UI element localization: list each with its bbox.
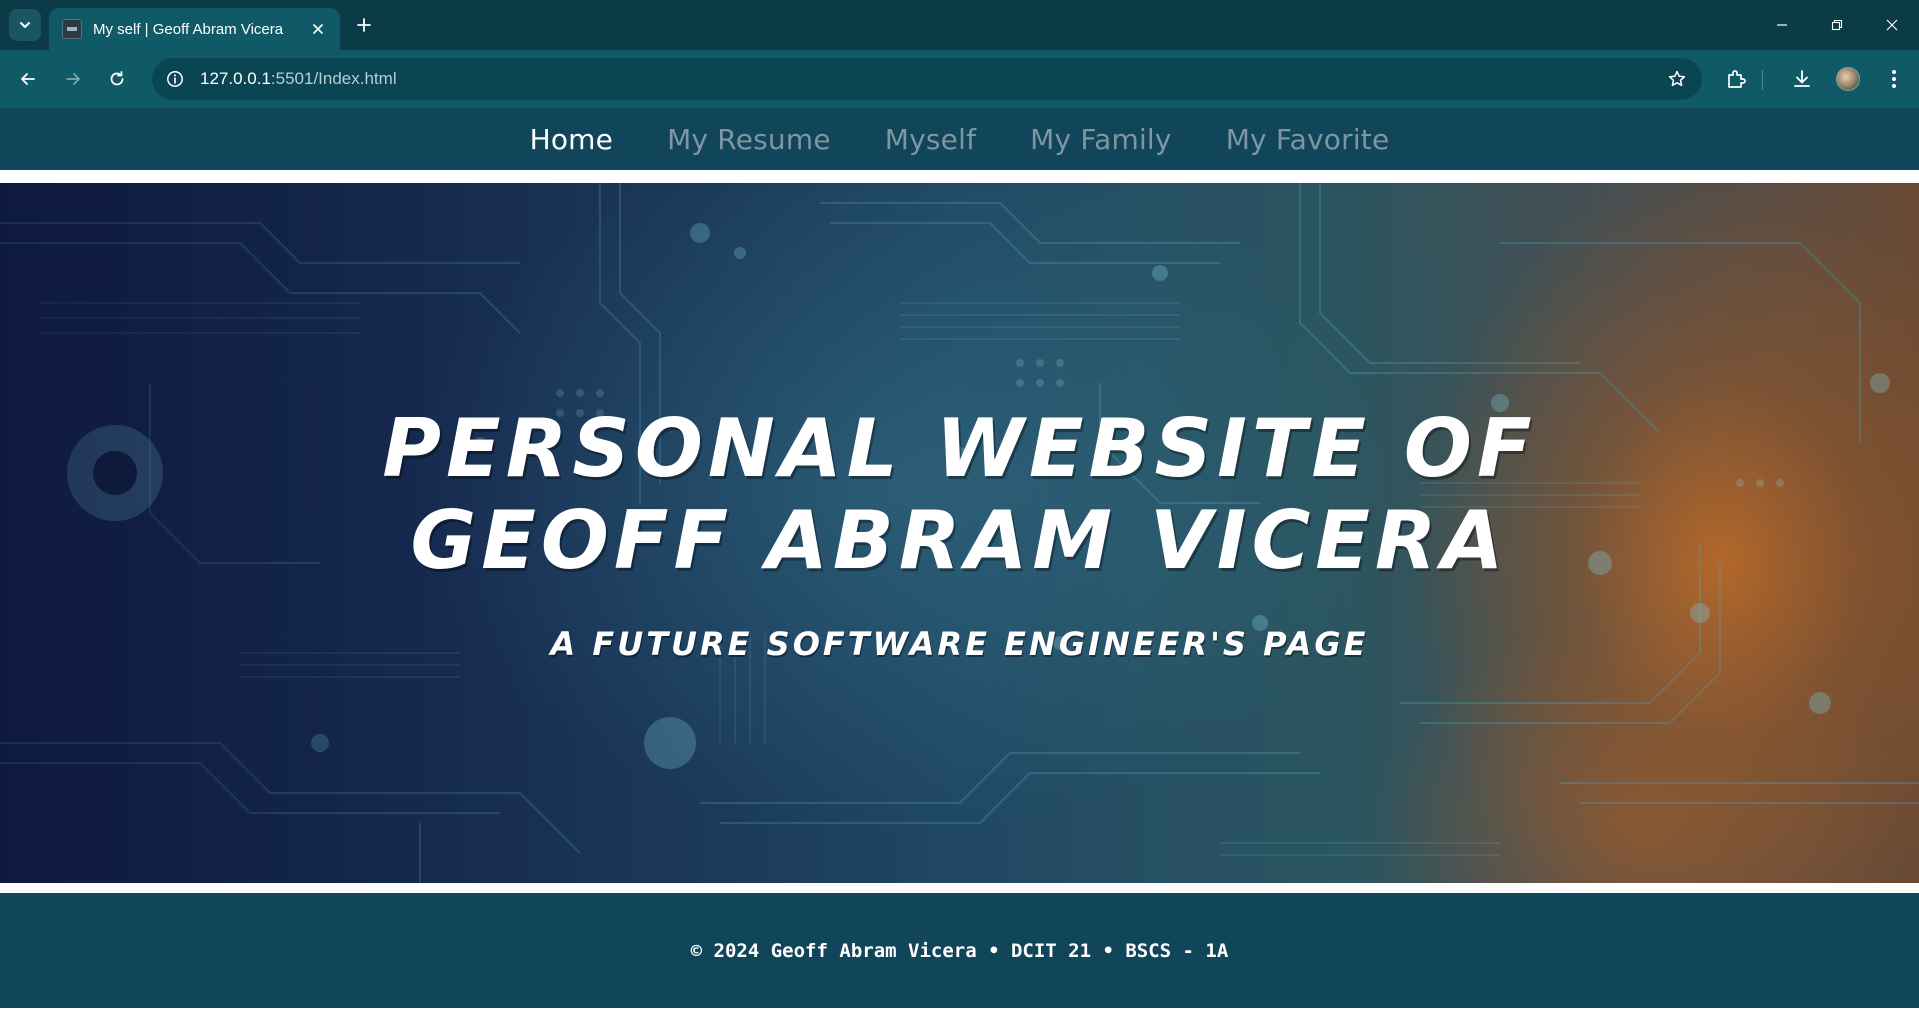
back-button[interactable] [12, 63, 44, 95]
nav-link-home[interactable]: Home [530, 123, 614, 156]
new-tab-button[interactable] [350, 11, 378, 39]
arrow-left-icon [21, 73, 35, 85]
nav-link-my-favorite[interactable]: My Favorite [1226, 123, 1390, 156]
address-bar[interactable]: 127.0.0.1:5501/Index.html [152, 58, 1702, 100]
minimize-icon [1776, 24, 1787, 26]
nav-link-my-family[interactable]: My Family [1030, 123, 1172, 156]
bookmark-star-icon[interactable] [1666, 68, 1688, 90]
site-navigation: Home My Resume Myself My Family My Favor… [0, 108, 1919, 170]
restore-button[interactable] [1809, 0, 1864, 50]
hero-title-line-2: Geoff Abram Vicera [410, 494, 1509, 587]
toolbar-separator [1762, 70, 1763, 90]
hero-title-line-1: Personal Website of [382, 402, 1537, 495]
downloads-button[interactable] [1786, 63, 1818, 95]
tab-search-button[interactable] [9, 9, 41, 41]
menu-button[interactable] [1878, 63, 1910, 95]
close-window-button[interactable] [1864, 0, 1919, 50]
browser-tab-bar: My self | Geoff Abram Vicera [0, 0, 1919, 50]
site-footer: © 2024 Geoff Abram Vicera • DCIT 21 • BS… [0, 893, 1919, 1008]
more-vertical-icon [1892, 70, 1896, 88]
profile-button[interactable] [1832, 63, 1864, 95]
reload-button[interactable] [101, 63, 133, 95]
restore-icon [1831, 19, 1842, 31]
extensions-button[interactable] [1720, 63, 1752, 95]
puzzle-icon [1728, 70, 1746, 88]
nav-link-myself[interactable]: Myself [885, 123, 976, 156]
site-info-icon[interactable] [164, 68, 186, 90]
chevron-down-icon [20, 22, 30, 28]
minimize-button[interactable] [1754, 0, 1809, 50]
hero-text-block: Personal Website of Geoff Abram Vicera A… [0, 183, 1919, 883]
tab-close-button[interactable] [308, 19, 328, 39]
nav-link-my-resume[interactable]: My Resume [667, 123, 831, 156]
footer-text: © 2024 Geoff Abram Vicera • DCIT 21 • BS… [690, 939, 1229, 962]
tab-title: My self | Geoff Abram Vicera [93, 20, 284, 38]
close-icon [1886, 19, 1897, 31]
site-favicon-icon [62, 19, 82, 39]
hero-subtitle: A Future Software Engineer's Page [550, 625, 1369, 663]
arrow-right-icon [66, 73, 80, 85]
close-icon [313, 24, 323, 34]
plus-icon [357, 18, 371, 32]
url-text: 127.0.0.1:5501/Index.html [200, 69, 397, 89]
browser-tab-active[interactable]: My self | Geoff Abram Vicera [49, 8, 340, 50]
hero-title: Personal Website of Geoff Abram Vicera [310, 403, 1610, 587]
browser-toolbar: 127.0.0.1:5501/Index.html [0, 50, 1919, 108]
window-controls [1754, 0, 1919, 50]
reload-icon [110, 71, 124, 86]
url-path: :5501/Index.html [270, 69, 397, 88]
forward-button[interactable] [57, 63, 89, 95]
url-host: 127.0.0.1 [200, 69, 271, 88]
page-viewport: Home My Resume Myself My Family My Favor… [0, 108, 1919, 1018]
hero-banner: Personal Website of Geoff Abram Vicera A… [0, 183, 1919, 883]
avatar [1836, 67, 1860, 91]
download-icon [1794, 70, 1810, 87]
